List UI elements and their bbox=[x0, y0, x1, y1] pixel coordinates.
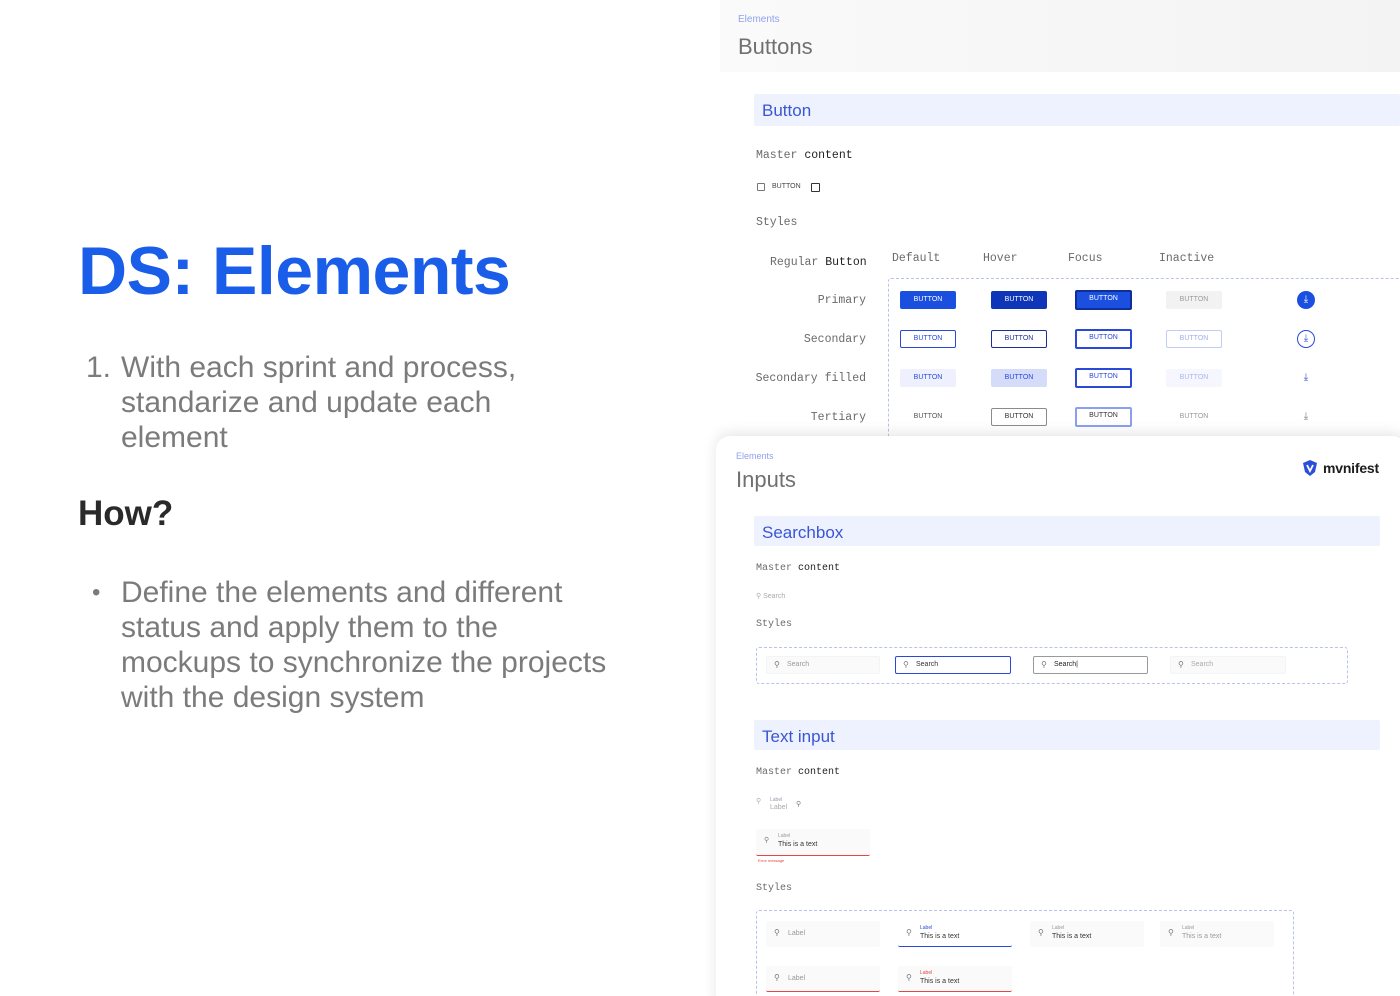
search-icon: ⚲ bbox=[796, 801, 802, 808]
tertiary-focus-button[interactable]: BUTTON bbox=[1075, 407, 1132, 427]
search-input-default[interactable]: ⚲ Search bbox=[766, 656, 880, 674]
row-secondary: Secondary bbox=[803, 333, 866, 346]
text-input-filled[interactable]: ⚲ Label This is a text bbox=[1030, 921, 1144, 947]
tertiary-hover-button[interactable]: BUTTON bbox=[991, 408, 1047, 426]
download-icon[interactable]: ⤓ bbox=[1297, 408, 1315, 426]
search-icon: ⚲ bbox=[774, 928, 780, 937]
master-tf-label: Label bbox=[770, 804, 788, 811]
secondary-filled-hover-button[interactable]: BUTTON bbox=[991, 369, 1047, 387]
search-icon: ⚲ bbox=[906, 973, 912, 982]
master-button[interactable]: BUTTON bbox=[772, 183, 801, 190]
bullet-text: Define the elements and different status… bbox=[121, 576, 607, 714]
master-content-label: Master content bbox=[756, 149, 853, 162]
text-input-error-default[interactable]: ⚲ Label bbox=[766, 966, 880, 992]
search-icon: ⚲ bbox=[774, 973, 780, 982]
slide-title: DS: Elements bbox=[78, 233, 511, 309]
regular-button-label: Regular Button bbox=[770, 256, 867, 269]
search-icon: ⚲ bbox=[774, 660, 780, 669]
text-input-active[interactable]: ⚲ Label This is a text bbox=[898, 921, 1012, 947]
search-input-hover[interactable]: ⚲ Search bbox=[895, 656, 1011, 674]
text-input-error-filled[interactable]: ⚲ Label This is a text bbox=[898, 966, 1012, 992]
page-title: Buttons bbox=[738, 34, 813, 59]
search-icon: ⚲ bbox=[1041, 660, 1047, 669]
row-tertiary: Tertiary bbox=[810, 411, 866, 424]
variants-frame bbox=[888, 278, 1400, 448]
search-icon: ⚲ bbox=[1168, 928, 1174, 937]
secondary-filled-focus-button[interactable]: BUTTON bbox=[1075, 368, 1132, 388]
search-input-focus[interactable]: ⚲ Search| bbox=[1033, 656, 1148, 674]
col-inactive: Inactive bbox=[1159, 252, 1215, 265]
search-icon: ⚲ bbox=[764, 837, 770, 844]
bullet-point: • Define the elements and different stat… bbox=[92, 575, 612, 715]
text-input-inactive[interactable]: ⚲ Label This is a text bbox=[1160, 921, 1274, 947]
text-input-default[interactable]: ⚲ Label bbox=[766, 921, 880, 947]
tertiary-default-button[interactable]: BUTTON bbox=[900, 408, 956, 426]
master-tf-label-small: Label bbox=[770, 797, 783, 803]
styles-label: Styles bbox=[756, 216, 798, 229]
search-icon: ⚲ bbox=[906, 928, 912, 937]
breadcrumb[interactable]: Elements bbox=[736, 451, 774, 461]
primary-default-button[interactable]: BUTTON bbox=[900, 291, 956, 309]
buttons-card-header bbox=[720, 0, 1400, 72]
secondary-hover-button[interactable]: BUTTON bbox=[991, 330, 1047, 348]
download-icon[interactable]: ⤓ bbox=[1297, 330, 1315, 348]
tertiary-inactive-button[interactable]: BUTTON bbox=[1166, 408, 1222, 426]
master-content-label: Master content bbox=[756, 563, 841, 574]
inputs-card: Elements Inputs Searchbox Master content… bbox=[716, 436, 1400, 996]
point-text: With each sprint and process, standarize… bbox=[121, 351, 517, 454]
section-header-text-input: Text input bbox=[754, 720, 1380, 750]
secondary-focus-button[interactable]: BUTTON bbox=[1075, 329, 1132, 349]
primary-inactive-button[interactable]: BUTTON bbox=[1166, 291, 1222, 309]
styles-label: Styles bbox=[756, 619, 793, 630]
section-title: Searchbox bbox=[762, 523, 844, 542]
search-icon: ⚲ bbox=[756, 798, 762, 805]
section-header-button: Button bbox=[754, 94, 1400, 126]
shield-icon bbox=[1303, 460, 1317, 476]
search-icon: ⚲ bbox=[1178, 660, 1184, 669]
row-primary: Primary bbox=[817, 294, 866, 307]
secondary-filled-default-button[interactable]: BUTTON bbox=[900, 369, 956, 387]
section-title: Button bbox=[762, 101, 812, 120]
secondary-inactive-button[interactable]: BUTTON bbox=[1166, 330, 1222, 348]
row-secondary-filled: Secondary filled bbox=[755, 372, 866, 385]
page-title: Inputs bbox=[736, 467, 796, 492]
section-title: Text input bbox=[762, 727, 835, 746]
col-focus: Focus bbox=[1068, 252, 1103, 265]
brand-logo: mvnifest bbox=[1302, 459, 1379, 477]
download-icon[interactable]: ⤓ bbox=[1297, 369, 1315, 387]
buttons-card: Elements Buttons Button Master content B… bbox=[720, 0, 1400, 448]
download-icon[interactable]: ⤓ bbox=[1297, 291, 1315, 309]
master-content-label: Master content bbox=[756, 767, 841, 778]
search-icon: ⚲ bbox=[903, 660, 909, 669]
col-hover: Hover bbox=[983, 252, 1018, 265]
error-message: Error message bbox=[758, 858, 785, 863]
numbered-point: 1. With each sprint and process, standar… bbox=[86, 350, 606, 455]
search-input-inactive[interactable]: ⚲ Search bbox=[1170, 656, 1286, 674]
point-number: 1. bbox=[86, 351, 112, 384]
how-heading: How? bbox=[78, 494, 174, 533]
checkbox-icon bbox=[757, 183, 765, 191]
primary-hover-button[interactable]: BUTTON bbox=[991, 291, 1047, 309]
secondary-filled-inactive-button[interactable]: BUTTON bbox=[1166, 369, 1222, 387]
master-text-field-error[interactable]: ⚲ Label This is a text bbox=[756, 829, 870, 856]
bullet-dot-icon: • bbox=[92, 579, 101, 606]
master-search[interactable]: ⚲ Search bbox=[756, 592, 785, 600]
secondary-default-button[interactable]: BUTTON bbox=[900, 330, 956, 348]
primary-focus-button[interactable]: BUTTON bbox=[1075, 290, 1132, 310]
col-default: Default bbox=[892, 252, 941, 265]
styles-label: Styles bbox=[756, 883, 793, 894]
square-icon bbox=[811, 183, 820, 192]
brand-name: mvnifest bbox=[1323, 460, 1379, 476]
search-icon: ⚲ bbox=[756, 593, 762, 600]
search-icon: ⚲ bbox=[1038, 928, 1044, 937]
section-header-searchbox: Searchbox bbox=[754, 516, 1380, 546]
breadcrumb[interactable]: Elements bbox=[738, 14, 780, 25]
